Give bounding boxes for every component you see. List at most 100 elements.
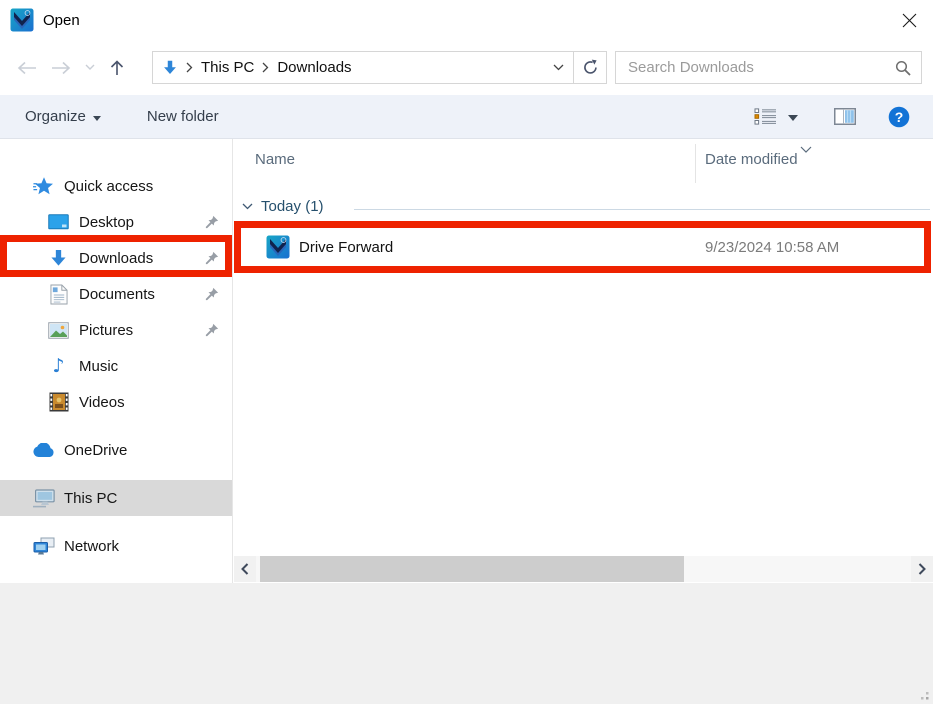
new-folder-label: New folder <box>147 108 219 125</box>
preview-pane-icon <box>834 108 856 125</box>
scrollbar-track[interactable] <box>256 556 911 582</box>
pin-icon <box>205 287 219 301</box>
forward-arrow-icon <box>50 61 72 75</box>
chevron-down-icon <box>85 64 95 71</box>
sidebar-item-onedrive[interactable]: OneDrive <box>0 432 232 468</box>
sidebar-item-label: Downloads <box>79 250 153 267</box>
forward-button[interactable] <box>44 51 78 85</box>
list-view-icon <box>754 108 778 125</box>
group-collapse-chevron-icon[interactable] <box>242 203 253 210</box>
computer-icon <box>32 487 55 510</box>
breadcrumb-separator-icon <box>262 62 269 73</box>
sidebar-item-quick-access[interactable]: Quick access <box>0 168 232 204</box>
pin-icon <box>205 323 219 337</box>
toolbar-right-group: ? <box>754 106 910 128</box>
sidebar-item-label: Quick access <box>64 178 153 195</box>
scroll-right-button[interactable] <box>911 556 933 582</box>
sidebar-group-gap <box>0 420 232 432</box>
recent-locations-button[interactable] <box>78 51 102 85</box>
close-button[interactable] <box>887 0 931 40</box>
drive-forward-app-icon <box>266 235 290 259</box>
sort-direction-icon[interactable] <box>800 140 812 157</box>
downloads-folder-icon <box>162 60 178 76</box>
sidebar-item-label: OneDrive <box>64 442 127 459</box>
desktop-icon <box>47 211 70 234</box>
sidebar-item-label: Documents <box>79 286 155 303</box>
preview-pane-button[interactable] <box>834 108 856 125</box>
title-bar: Open <box>0 0 933 40</box>
refresh-button[interactable] <box>574 51 607 84</box>
sidebar-item-music[interactable]: ♪ Music <box>0 348 232 384</box>
file-date-modified: 9/23/2024 10:58 AM <box>705 239 839 256</box>
sidebar-item-network[interactable]: Network <box>0 528 232 564</box>
file-name: Drive Forward <box>299 239 393 256</box>
sidebar-item-videos[interactable]: Videos <box>0 384 232 420</box>
breadcrumb-downloads[interactable]: Downloads <box>269 59 359 76</box>
pin-icon <box>205 215 219 229</box>
navigation-sidebar: Quick access Desktop Downloads <box>0 139 233 583</box>
group-divider-line <box>354 209 930 210</box>
music-note-icon: ♪ <box>47 355 70 378</box>
downloads-icon <box>47 247 70 270</box>
search-icon[interactable] <box>895 60 911 76</box>
sidebar-item-label: Music <box>79 358 118 375</box>
resize-grip[interactable] <box>916 687 930 701</box>
search-box <box>615 51 922 84</box>
file-list-panel: Name Date modified Today (1) Drive Forwa… <box>234 139 933 583</box>
sidebar-group-gap <box>0 516 232 528</box>
organize-button[interactable]: Organize <box>25 108 101 125</box>
scrollbar-thumb[interactable] <box>260 556 684 582</box>
sidebar-group-gap <box>0 468 232 480</box>
sidebar-item-label: Network <box>64 538 119 555</box>
cloud-icon <box>32 439 55 462</box>
sidebar-item-downloads[interactable]: Downloads <box>0 240 232 276</box>
up-arrow-icon <box>109 59 125 77</box>
breadcrumb-this-pc[interactable]: This PC <box>193 59 262 76</box>
close-icon <box>902 13 917 28</box>
window-title: Open <box>43 12 80 29</box>
file-row-drive-forward[interactable]: Drive Forward 9/23/2024 10:58 AM <box>241 228 926 266</box>
picture-icon <box>47 319 70 342</box>
up-button[interactable] <box>102 51 132 85</box>
sidebar-item-pictures[interactable]: Pictures <box>0 312 232 348</box>
horizontal-scrollbar <box>234 556 933 582</box>
address-bar[interactable]: This PC Downloads <box>152 51 574 84</box>
sidebar-item-label: Desktop <box>79 214 134 231</box>
back-button[interactable] <box>10 51 44 85</box>
app-logo-icon <box>10 8 34 32</box>
sidebar-item-label: Pictures <box>79 322 133 339</box>
organize-label: Organize <box>25 108 86 125</box>
refresh-icon <box>582 59 599 76</box>
navigation-bar: This PC Downloads <box>0 40 933 95</box>
address-dropdown-chevron-icon[interactable] <box>553 64 564 71</box>
change-view-button[interactable] <box>754 108 798 125</box>
help-button[interactable]: ? <box>888 106 910 128</box>
search-input[interactable] <box>626 58 895 77</box>
sidebar-item-label: Videos <box>79 394 125 411</box>
film-strip-icon <box>47 391 70 414</box>
network-icon <box>32 535 55 558</box>
view-caret-icon <box>788 115 798 121</box>
breadcrumb-separator-icon <box>186 62 193 73</box>
quick-access-star-icon <box>32 175 55 198</box>
command-toolbar: Organize New folder <box>0 95 933 139</box>
svg-text:?: ? <box>895 109 904 125</box>
new-folder-button[interactable]: New folder <box>147 108 219 125</box>
scroll-left-button[interactable] <box>234 556 256 582</box>
open-dialog-window: Open <box>0 0 933 704</box>
group-header-today[interactable]: Today (1) <box>242 198 324 215</box>
group-label: Today (1) <box>261 198 324 215</box>
pin-icon <box>205 251 219 265</box>
column-header-date-modified[interactable]: Date modified <box>705 151 798 168</box>
sidebar-item-desktop[interactable]: Desktop <box>0 204 232 240</box>
column-separator[interactable] <box>695 144 696 183</box>
sidebar-item-label: This PC <box>64 490 117 507</box>
sidebar-item-this-pc[interactable]: This PC <box>0 480 232 516</box>
column-header-name[interactable]: Name <box>255 151 295 168</box>
dialog-footer: File name: Text file Open Cancel <box>0 583 933 704</box>
sidebar-item-documents[interactable]: Documents <box>0 276 232 312</box>
organize-caret-icon <box>93 116 101 121</box>
document-icon <box>47 283 70 306</box>
back-arrow-icon <box>16 61 38 75</box>
help-icon: ? <box>888 106 910 128</box>
